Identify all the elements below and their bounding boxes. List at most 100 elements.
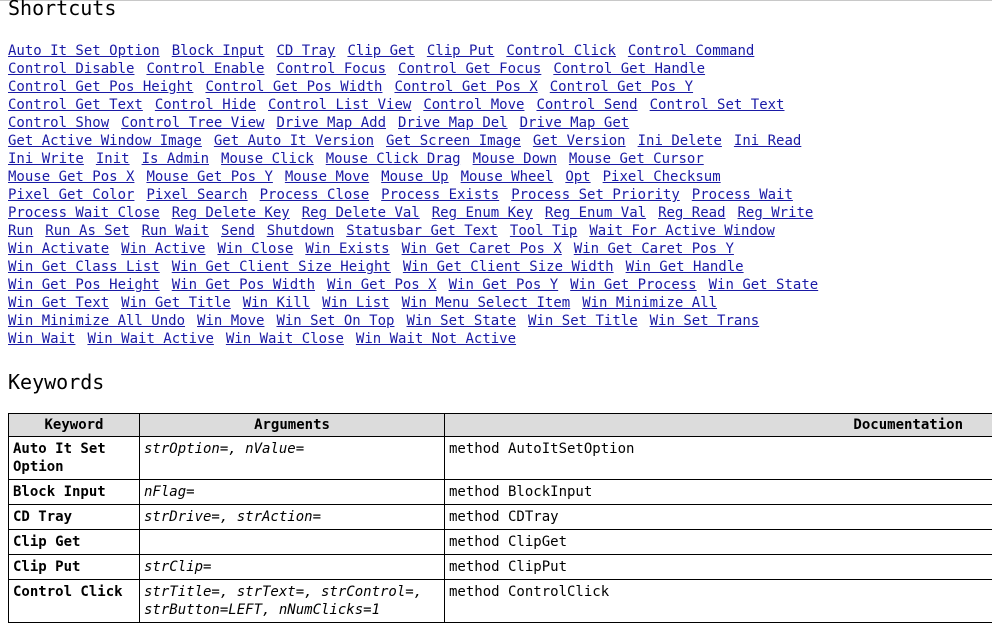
shortcut-link[interactable]: Win Set Trans: [650, 313, 760, 329]
shortcut-link[interactable]: CD Tray: [276, 43, 335, 59]
shortcut-link[interactable]: Win Kill: [243, 295, 310, 311]
shortcut-link[interactable]: Mouse Wheel: [461, 169, 554, 185]
shortcut-link[interactable]: Ini Delete: [638, 133, 722, 149]
shortcut-link[interactable]: Win Set State: [406, 313, 516, 329]
shortcut-link[interactable]: Process Exists: [381, 187, 499, 203]
shortcut-link[interactable]: Pixel Checksum: [603, 169, 721, 185]
shortcut-link[interactable]: Run Wait: [142, 223, 209, 239]
shortcut-link[interactable]: Control Get Pos Y: [550, 79, 693, 95]
shortcut-link[interactable]: Mouse Move: [285, 169, 369, 185]
shortcut-link[interactable]: Clip Put: [427, 43, 494, 59]
shortcut-link[interactable]: Win Get Pos Width: [172, 277, 315, 293]
shortcut-link[interactable]: Win Get Title: [121, 295, 231, 311]
shortcut-link[interactable]: Reg Enum Val: [545, 205, 646, 221]
shortcut-link[interactable]: Run: [8, 223, 33, 239]
shortcut-link[interactable]: Control Enable: [146, 61, 264, 77]
shortcut-link[interactable]: Drive Map Add: [276, 115, 386, 131]
shortcut-link[interactable]: Control Send: [536, 97, 637, 113]
shortcut-link[interactable]: Mouse Click: [221, 151, 314, 167]
shortcut-link[interactable]: Win Get Pos Y: [449, 277, 559, 293]
shortcut-link[interactable]: Win Get Handle: [626, 259, 744, 275]
shortcut-link[interactable]: Reg Read: [658, 205, 725, 221]
shortcut-link[interactable]: Mouse Get Pos X: [8, 169, 134, 185]
shortcut-link[interactable]: Get Auto It Version: [214, 133, 374, 149]
shortcut-link[interactable]: Win Get Class List: [8, 259, 160, 275]
shortcut-link[interactable]: Win Minimize All: [582, 295, 717, 311]
shortcut-link[interactable]: Tool Tip: [510, 223, 577, 239]
shortcut-link[interactable]: Block Input: [172, 43, 265, 59]
shortcut-link[interactable]: Reg Enum Key: [432, 205, 533, 221]
shortcut-link[interactable]: Init: [96, 151, 130, 167]
shortcut-link[interactable]: Win Active: [121, 241, 205, 257]
shortcut-link[interactable]: Send: [221, 223, 255, 239]
shortcut-link[interactable]: Get Active Window Image: [8, 133, 202, 149]
shortcut-link[interactable]: Win List: [322, 295, 389, 311]
shortcut-link[interactable]: Win Get State: [709, 277, 819, 293]
shortcut-link[interactable]: Control Click: [506, 43, 616, 59]
shortcut-link[interactable]: Control Get Text: [8, 97, 143, 113]
shortcut-link[interactable]: Opt: [565, 169, 590, 185]
shortcut-link[interactable]: Run As Set: [45, 223, 129, 239]
shortcut-link[interactable]: Wait For Active Window: [589, 223, 774, 239]
shortcut-link[interactable]: Pixel Get Color: [8, 187, 134, 203]
shortcut-link[interactable]: Control Get Pos Width: [205, 79, 382, 95]
shortcut-link[interactable]: Reg Delete Val: [302, 205, 420, 221]
shortcut-link[interactable]: Win Get Text: [8, 295, 109, 311]
shortcut-link[interactable]: Reg Write: [738, 205, 814, 221]
shortcut-link[interactable]: Mouse Down: [473, 151, 557, 167]
shortcut-link[interactable]: Control Get Pos Height: [8, 79, 193, 95]
shortcut-link[interactable]: Control Command: [628, 43, 754, 59]
shortcut-link[interactable]: Reg Delete Key: [172, 205, 290, 221]
shortcut-link[interactable]: Control Focus: [276, 61, 386, 77]
shortcut-link[interactable]: Control Disable: [8, 61, 134, 77]
shortcut-link[interactable]: Get Version: [533, 133, 626, 149]
shortcut-link[interactable]: Clip Get: [347, 43, 414, 59]
shortcut-link[interactable]: Control List View: [268, 97, 411, 113]
shortcut-link[interactable]: Win Get Pos X: [327, 277, 437, 293]
shortcut-link[interactable]: Win Get Client Size Width: [403, 259, 614, 275]
shortcut-link[interactable]: Shutdown: [267, 223, 334, 239]
shortcut-link[interactable]: Control Set Text: [650, 97, 785, 113]
shortcut-link[interactable]: Ini Write: [8, 151, 84, 167]
shortcut-link[interactable]: Mouse Get Cursor: [569, 151, 704, 167]
shortcut-link[interactable]: Win Exists: [305, 241, 389, 257]
shortcut-link[interactable]: Control Get Pos X: [394, 79, 537, 95]
shortcut-link[interactable]: Drive Map Del: [398, 115, 508, 131]
shortcut-link[interactable]: Mouse Click Drag: [326, 151, 461, 167]
shortcut-link[interactable]: Win Activate: [8, 241, 109, 257]
shortcut-link[interactable]: Control Move: [423, 97, 524, 113]
shortcut-link[interactable]: Control Get Focus: [398, 61, 541, 77]
shortcut-link[interactable]: Control Get Handle: [553, 61, 705, 77]
shortcut-link[interactable]: Win Get Caret Pos Y: [574, 241, 734, 257]
shortcut-link[interactable]: Mouse Get Pos Y: [146, 169, 272, 185]
shortcut-link[interactable]: Win Get Client Size Height: [172, 259, 391, 275]
shortcut-link[interactable]: Win Wait Close: [226, 331, 344, 347]
shortcut-link[interactable]: Is Admin: [142, 151, 209, 167]
shortcut-link[interactable]: Statusbar Get Text: [346, 223, 498, 239]
shortcut-link[interactable]: Win Wait Not Active: [356, 331, 516, 347]
shortcut-link[interactable]: Drive Map Get: [520, 115, 630, 131]
shortcut-link[interactable]: Process Set Priority: [511, 187, 680, 203]
shortcut-link[interactable]: Win Minimize All Undo: [8, 313, 185, 329]
shortcut-link[interactable]: Process Wait Close: [8, 205, 160, 221]
shortcut-link[interactable]: Process Wait: [692, 187, 793, 203]
shortcut-link[interactable]: Control Show: [8, 115, 109, 131]
shortcut-link[interactable]: Win Get Process: [570, 277, 696, 293]
shortcut-link[interactable]: Win Set Title: [528, 313, 638, 329]
shortcut-link[interactable]: Win Menu Select Item: [402, 295, 571, 311]
shortcut-link[interactable]: Win Wait: [8, 331, 75, 347]
shortcut-link[interactable]: Control Tree View: [121, 115, 264, 131]
shortcut-link[interactable]: Mouse Up: [381, 169, 448, 185]
shortcut-link[interactable]: Process Close: [260, 187, 370, 203]
shortcut-link[interactable]: Auto It Set Option: [8, 43, 160, 59]
shortcut-link[interactable]: Win Get Pos Height: [8, 277, 160, 293]
shortcut-link[interactable]: Control Hide: [155, 97, 256, 113]
shortcut-link[interactable]: Win Close: [217, 241, 293, 257]
shortcut-link[interactable]: Ini Read: [734, 133, 801, 149]
shortcut-link[interactable]: Win Get Caret Pos X: [402, 241, 562, 257]
shortcut-link[interactable]: Win Wait Active: [87, 331, 213, 347]
shortcut-link[interactable]: Get Screen Image: [386, 133, 521, 149]
shortcut-link[interactable]: Pixel Search: [146, 187, 247, 203]
shortcut-link[interactable]: Win Set On Top: [276, 313, 394, 329]
shortcut-link[interactable]: Win Move: [197, 313, 264, 329]
